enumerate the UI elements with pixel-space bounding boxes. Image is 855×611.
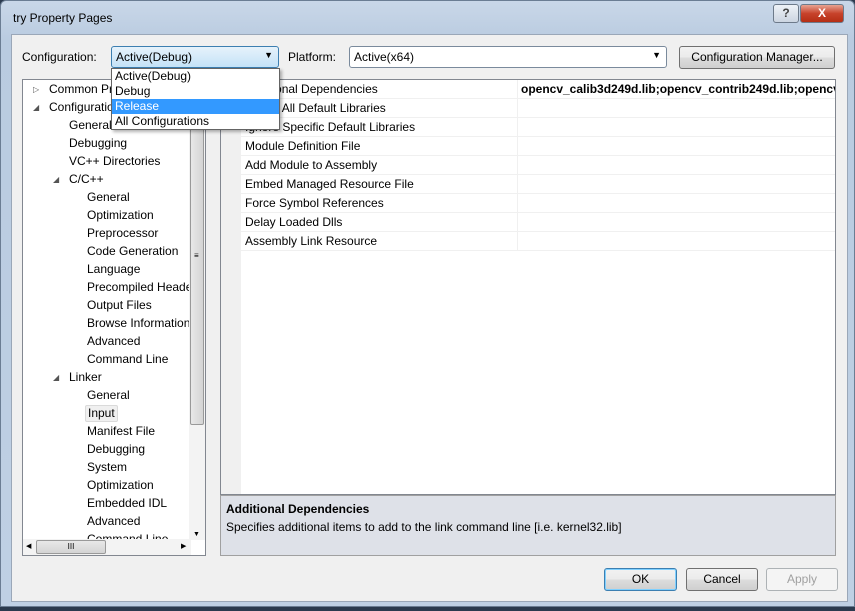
configuration-label: Configuration: <box>22 50 97 64</box>
scroll-down-icon[interactable]: ▼ <box>193 531 200 538</box>
tree-vertical-scrollbar[interactable]: ≡ ▼ <box>189 80 205 540</box>
property-name: Add Module to Assembly <box>245 158 378 172</box>
property-value[interactable]: opencv_calib3d249d.lib;opencv_contrib249… <box>517 80 835 99</box>
property-row[interactable]: Delay Loaded Dlls <box>221 213 835 232</box>
cancel-button[interactable]: Cancel <box>686 568 758 591</box>
property-row[interactable]: Module Definition File <box>221 137 835 156</box>
dropdown-arrow-icon: ▼ <box>264 50 273 60</box>
dropdown-arrow-icon: ▼ <box>652 50 661 60</box>
collapse-arrow-icon[interactable]: ◢ <box>53 175 59 184</box>
description-title: Additional Dependencies <box>226 502 370 516</box>
tree-item[interactable]: Debugging <box>85 441 147 458</box>
scroll-right-icon[interactable]: ▶ <box>181 542 186 550</box>
property-value[interactable] <box>517 156 835 175</box>
tree-item[interactable]: Input <box>85 405 118 422</box>
property-row[interactable]: Assembly Link Resource <box>221 232 835 251</box>
description-panel: Additional Dependencies Specifies additi… <box>220 495 836 556</box>
tree-item[interactable]: General <box>85 387 132 404</box>
tree-item[interactable]: Preprocessor <box>85 225 160 242</box>
property-value[interactable] <box>517 232 835 251</box>
tree-item[interactable]: Precompiled Headers <box>85 279 204 296</box>
tree-horizontal-scrollbar[interactable]: ◀ III ▶ <box>23 539 191 555</box>
configuration-select[interactable]: Active(Debug) ▼ <box>111 46 279 68</box>
property-value[interactable] <box>517 99 835 118</box>
dropdown-option[interactable]: Release <box>112 99 279 114</box>
tree-item[interactable]: Optimization <box>85 477 156 494</box>
description-text: Specifies additional items to add to the… <box>226 520 622 534</box>
platform-value: Active(x64) <box>354 50 415 64</box>
dropdown-option[interactable]: Debug <box>112 84 279 99</box>
property-row[interactable]: Additional Dependencies opencv_calib3d249… <box>221 80 835 99</box>
scrollbar-thumb[interactable]: ≡ <box>190 90 204 425</box>
tree-item[interactable]: VC++ Directories <box>67 153 162 170</box>
property-grid: Additional Dependencies opencv_calib3d249… <box>220 79 836 495</box>
platform-select[interactable]: Active(x64) ▼ <box>349 46 667 68</box>
scroll-left-icon[interactable]: ◀ <box>26 542 31 550</box>
dropdown-option[interactable]: All Configurations <box>112 114 279 129</box>
tree-item[interactable]: Manifest File <box>85 423 157 440</box>
tree-item[interactable]: Linker <box>67 369 104 386</box>
tree-item[interactable]: Optimization <box>85 207 156 224</box>
property-row[interactable]: Add Module to Assembly <box>221 156 835 175</box>
property-row[interactable]: Ignore All Default Libraries <box>221 99 835 118</box>
tree-item[interactable]: Code Generation <box>85 243 180 260</box>
property-value[interactable] <box>517 213 835 232</box>
tree-item[interactable]: Browse Information <box>85 315 192 332</box>
property-value[interactable] <box>517 118 835 137</box>
property-name: Force Symbol References <box>245 196 384 210</box>
tree-item[interactable]: Command Line <box>85 351 170 368</box>
property-row[interactable]: Force Symbol References <box>221 194 835 213</box>
tree-item[interactable]: Language <box>85 261 142 278</box>
property-value[interactable] <box>517 194 835 213</box>
window-title: try Property Pages <box>13 11 113 25</box>
property-name: Assembly Link Resource <box>245 234 378 248</box>
apply-button[interactable]: Apply <box>766 568 838 591</box>
tree-item[interactable]: Advanced <box>85 333 142 350</box>
configuration-manager-button[interactable]: Configuration Manager... <box>679 46 835 69</box>
category-tree: ▷Common Properties◢Configuration Propert… <box>22 79 206 556</box>
collapse-arrow-icon[interactable]: ◢ <box>33 103 39 112</box>
property-name: Delay Loaded Dlls <box>245 215 343 229</box>
tree-item[interactable]: C/C++ <box>67 171 106 188</box>
configuration-value: Active(Debug) <box>116 50 193 64</box>
property-row[interactable]: Ignore Specific Default Libraries <box>221 118 835 137</box>
expand-arrow-icon[interactable]: ▷ <box>33 85 39 94</box>
property-value[interactable] <box>517 175 835 194</box>
collapse-arrow-icon[interactable]: ◢ <box>53 373 59 382</box>
tree-item[interactable]: General <box>85 189 132 206</box>
dropdown-option[interactable]: Active(Debug) <box>112 69 279 84</box>
tree-item[interactable]: Advanced <box>85 513 142 530</box>
scrollbar-thumb[interactable]: III <box>36 540 106 554</box>
ok-button[interactable]: OK <box>604 568 677 591</box>
help-button[interactable]: ? <box>773 4 799 23</box>
tree-item[interactable]: Embedded IDL <box>85 495 169 512</box>
property-row[interactable]: Embed Managed Resource File <box>221 175 835 194</box>
tree-item[interactable]: Output Files <box>85 297 154 314</box>
tree-item[interactable]: General <box>67 117 114 134</box>
property-name: Embed Managed Resource File <box>245 177 414 191</box>
property-value[interactable] <box>517 137 835 156</box>
configuration-dropdown-list: Active(Debug) Debug Release All Configurati… <box>111 68 280 130</box>
close-button[interactable]: X <box>800 4 844 23</box>
platform-label: Platform: <box>288 50 337 64</box>
tree-item[interactable]: Debugging <box>67 135 129 152</box>
tree-item[interactable]: System <box>85 459 129 476</box>
property-name: Module Definition File <box>245 139 361 153</box>
